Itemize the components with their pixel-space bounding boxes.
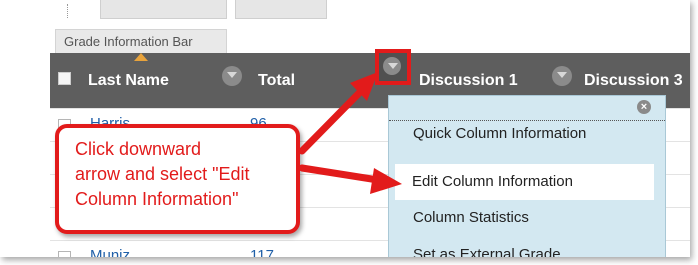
arrow-to-dropdown [298,80,372,155]
annotation-arrows [298,72,402,194]
arrow-head-icon [370,168,402,194]
arrow-to-menu-item [298,164,382,184]
gradebook-screenshot: Grade Information Bar Last Name Total Di… [0,0,690,257]
